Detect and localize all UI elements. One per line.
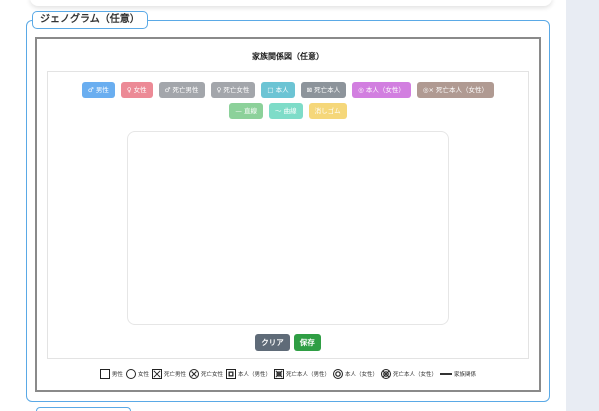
canvas-actions: クリア 保存 [48, 334, 528, 351]
clear-button[interactable]: クリア [255, 334, 290, 351]
legend-item: 女性 [125, 369, 149, 379]
double-square-icon [225, 369, 236, 379]
legend-item: 本人（男性） [225, 369, 271, 379]
previous-card-edge [30, 0, 552, 6]
genogram-frame: 家族関係図（任意） ♂ 男性 ♀ 女性 ♂ 死亡男性 ♀ 死亡女性 □ 本人 ⊠ 死亡本人… [35, 37, 541, 392]
symbol-legend: 男性 女性 死亡男性 死亡女性 本人（男性） 死亡本人（男性） 本人（女性） 死亡本人（女性）… [37, 369, 539, 379]
legend-item-label: 家族関係 [454, 372, 477, 378]
tool-eraser-button[interactable]: 消しゴム [308, 103, 347, 119]
palette-male-button[interactable]: ♂ 男性 [81, 82, 115, 98]
legend-item-label: 死亡本人（男性） [286, 372, 331, 378]
drawing-canvas[interactable] [127, 131, 449, 325]
save-button[interactable]: 保存 [293, 334, 321, 351]
legend-item: 死亡女性 [188, 369, 223, 379]
legend-item: 死亡本人（男性） [274, 369, 330, 379]
legend-item: 死亡男性 [151, 369, 186, 379]
page-gutter [566, 0, 599, 411]
genogram-legend: ジェノグラム（任意） [32, 11, 148, 29]
square-icon [99, 369, 110, 379]
symbol-palette-row-2: — 直線〜 曲線 消しゴム [48, 103, 528, 119]
tool-straight-line-button[interactable]: — 直線 [229, 103, 263, 119]
page: ジェノグラム（任意） 家族関係図（任意） ♂ 男性 ♀ 女性 ♂ 死亡男性 ♀ 死亡女… [0, 0, 566, 411]
palette-self-female-button[interactable]: ◎ 本人（女性） [352, 82, 411, 98]
legend-item: 家族関係 [440, 370, 476, 378]
genogram-editor: ♂ 男性 ♀ 女性 ♂ 死亡男性 ♀ 死亡女性 □ 本人 ⊠ 死亡本人 ◎ 本人（女性） ◎×… [47, 71, 529, 359]
legend-item-label: 死亡男性 [163, 372, 186, 378]
legend-item: 男性 [99, 369, 123, 379]
symbol-palette-row-1: ♂ 男性 ♀ 女性 ♂ 死亡男性 ♀ 死亡女性 □ 本人 ⊠ 死亡本人 ◎ 本人（女性） ◎×… [48, 82, 528, 98]
legend-item-label: 男性 [111, 372, 123, 378]
square-x-icon [151, 369, 162, 379]
genogram-title: 家族関係図（任意） [252, 52, 324, 61]
circle-x-icon [188, 369, 199, 379]
legend-item: 死亡本人（女性） [381, 369, 437, 379]
palette-deceased-male-button[interactable]: ♂ 死亡男性 [158, 82, 205, 98]
palette-deceased-self-button[interactable]: ⊠ 死亡本人 [300, 82, 347, 98]
circle-icon [125, 369, 136, 379]
palette-female-button[interactable]: ♀ 女性 [120, 82, 153, 98]
palette-deceased-self-female-button[interactable]: ◎× 死亡本人（女性） [416, 82, 495, 98]
legend-item-label: 本人（女性） [345, 372, 379, 378]
legend-item-label: 死亡女性 [200, 372, 223, 378]
double-square-x-icon [274, 369, 284, 379]
double-circle-icon [333, 369, 344, 379]
tool-curve-line-button[interactable]: 〜 曲線 [269, 103, 303, 119]
legend-item-label: 死亡本人（女性） [393, 372, 438, 378]
legend-item: 本人（女性） [333, 369, 378, 379]
next-section-edge [36, 407, 131, 411]
line-icon [440, 373, 453, 375]
palette-self-button[interactable]: □ 本人 [261, 82, 295, 98]
double-circle-x-icon [381, 369, 392, 379]
legend-item-label: 女性 [137, 372, 149, 378]
legend-item-label: 本人（男性） [237, 372, 271, 378]
palette-deceased-female-button[interactable]: ♀ 死亡女性 [210, 82, 256, 98]
